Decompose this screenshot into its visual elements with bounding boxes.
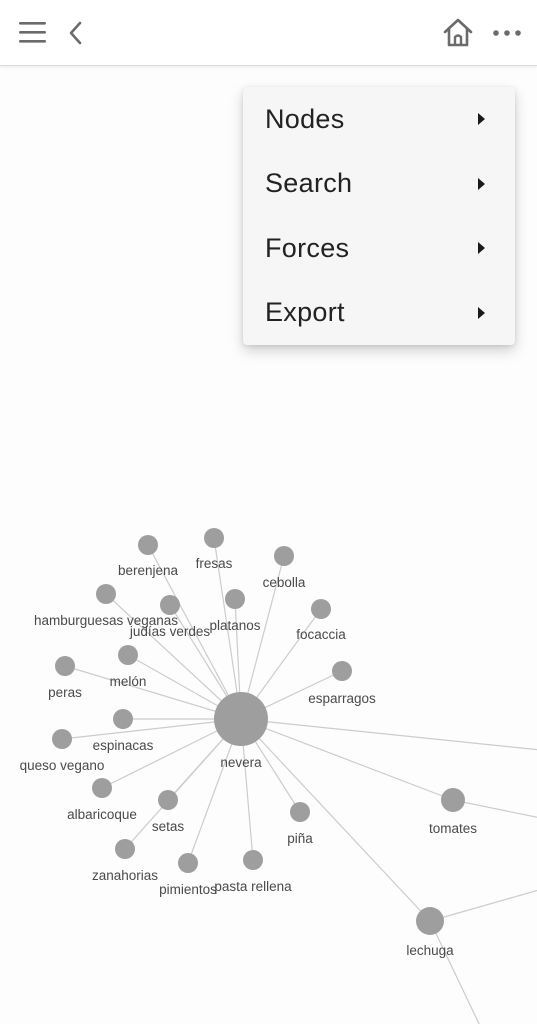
graph-node-pimientos[interactable]	[178, 853, 198, 873]
more-horizontal-icon[interactable]	[492, 27, 524, 39]
menu-item-label: Forces	[265, 232, 350, 263]
graph-node-label: pasta rellena	[214, 879, 292, 894]
graph-node-pina[interactable]	[290, 802, 310, 822]
menu-item-search[interactable]: Search	[243, 152, 515, 217]
graph-edges	[61, 537, 537, 1024]
menu-item-label: Nodes	[265, 103, 345, 134]
graph-node-label: pimientos	[159, 882, 217, 897]
graph-node-pasta_rellena[interactable]	[243, 850, 263, 870]
graph-node-label: tomates	[429, 821, 477, 836]
graph-node-label: berenjena	[118, 563, 179, 578]
graph-node-zanahorias[interactable]	[115, 839, 135, 859]
chevron-left-icon[interactable]	[66, 20, 86, 46]
caret-right-icon	[478, 113, 485, 126]
graph-node-peras[interactable]	[55, 656, 75, 676]
graph-node-nevera[interactable]	[214, 692, 268, 746]
graph-node-label: nevera	[220, 755, 262, 770]
graph-node-albaricoque[interactable]	[92, 778, 112, 798]
graph-node-label: lechuga	[406, 943, 454, 958]
graph-node-label: zanahorias	[92, 868, 158, 883]
graph-edge-offscreen	[429, 920, 480, 1024]
graph-node-lechuga[interactable]	[416, 907, 444, 935]
graph-node-fresas[interactable]	[204, 528, 224, 548]
caret-right-icon	[478, 242, 485, 255]
graph-node-label: esparragos	[308, 691, 376, 706]
graph-node-platanos[interactable]	[225, 589, 245, 609]
graph-edge-nevera-peras	[64, 665, 242, 720]
graph-node-label: espinacas	[93, 738, 154, 753]
caret-right-icon	[478, 306, 485, 319]
graph-node-label: judías verdes	[129, 624, 211, 639]
graph-node-esparragos[interactable]	[332, 661, 352, 681]
hamburger-menu-icon[interactable]	[18, 20, 48, 46]
graph-edge-nevera-tomates	[240, 718, 454, 801]
menu-item-forces[interactable]: Forces	[243, 216, 515, 281]
graph-node-focaccia[interactable]	[311, 599, 331, 619]
graph-node-melon[interactable]	[118, 645, 138, 665]
menu-item-label: Search	[265, 168, 353, 199]
graph-edge-offscreen	[429, 889, 537, 922]
graph-node-tomates[interactable]	[441, 788, 465, 812]
graph-node-hamburguesas_veganas[interactable]	[96, 584, 116, 604]
graph-node-label: melón	[110, 674, 147, 689]
graph-node-cebolla[interactable]	[274, 546, 294, 566]
graph-node-label: fresas	[196, 556, 233, 571]
top-toolbar	[0, 0, 537, 66]
graph-node-label: peras	[48, 685, 82, 700]
graph-node-espinacas[interactable]	[113, 709, 133, 729]
graph-node-berenjena[interactable]	[138, 535, 158, 555]
graph-node-label: queso vegano	[20, 758, 105, 773]
menu-item-nodes[interactable]: Nodes	[243, 87, 515, 152]
graph-edge-offscreen	[452, 799, 537, 818]
menu-item-export[interactable]: Export	[243, 281, 515, 346]
graph-node-setas[interactable]	[158, 790, 178, 810]
graph-node-judias_verdes[interactable]	[160, 595, 180, 615]
menu-item-label: Export	[265, 297, 345, 328]
graph-node-label: platanos	[209, 618, 260, 633]
graph-node-label: albaricoque	[67, 807, 137, 822]
graph-node-label: setas	[152, 819, 185, 834]
dropdown-menu: Nodes Search Forces Export	[243, 87, 515, 345]
graph-node-label: piña	[287, 831, 313, 846]
home-icon[interactable]	[442, 17, 474, 49]
graph-node-label: focaccia	[296, 627, 346, 642]
graph-node-label: cebolla	[263, 575, 306, 590]
caret-right-icon	[478, 177, 485, 190]
graph-edge-nevera-queso_vegano	[61, 718, 242, 740]
graph-node-queso_vegano[interactable]	[52, 729, 72, 749]
